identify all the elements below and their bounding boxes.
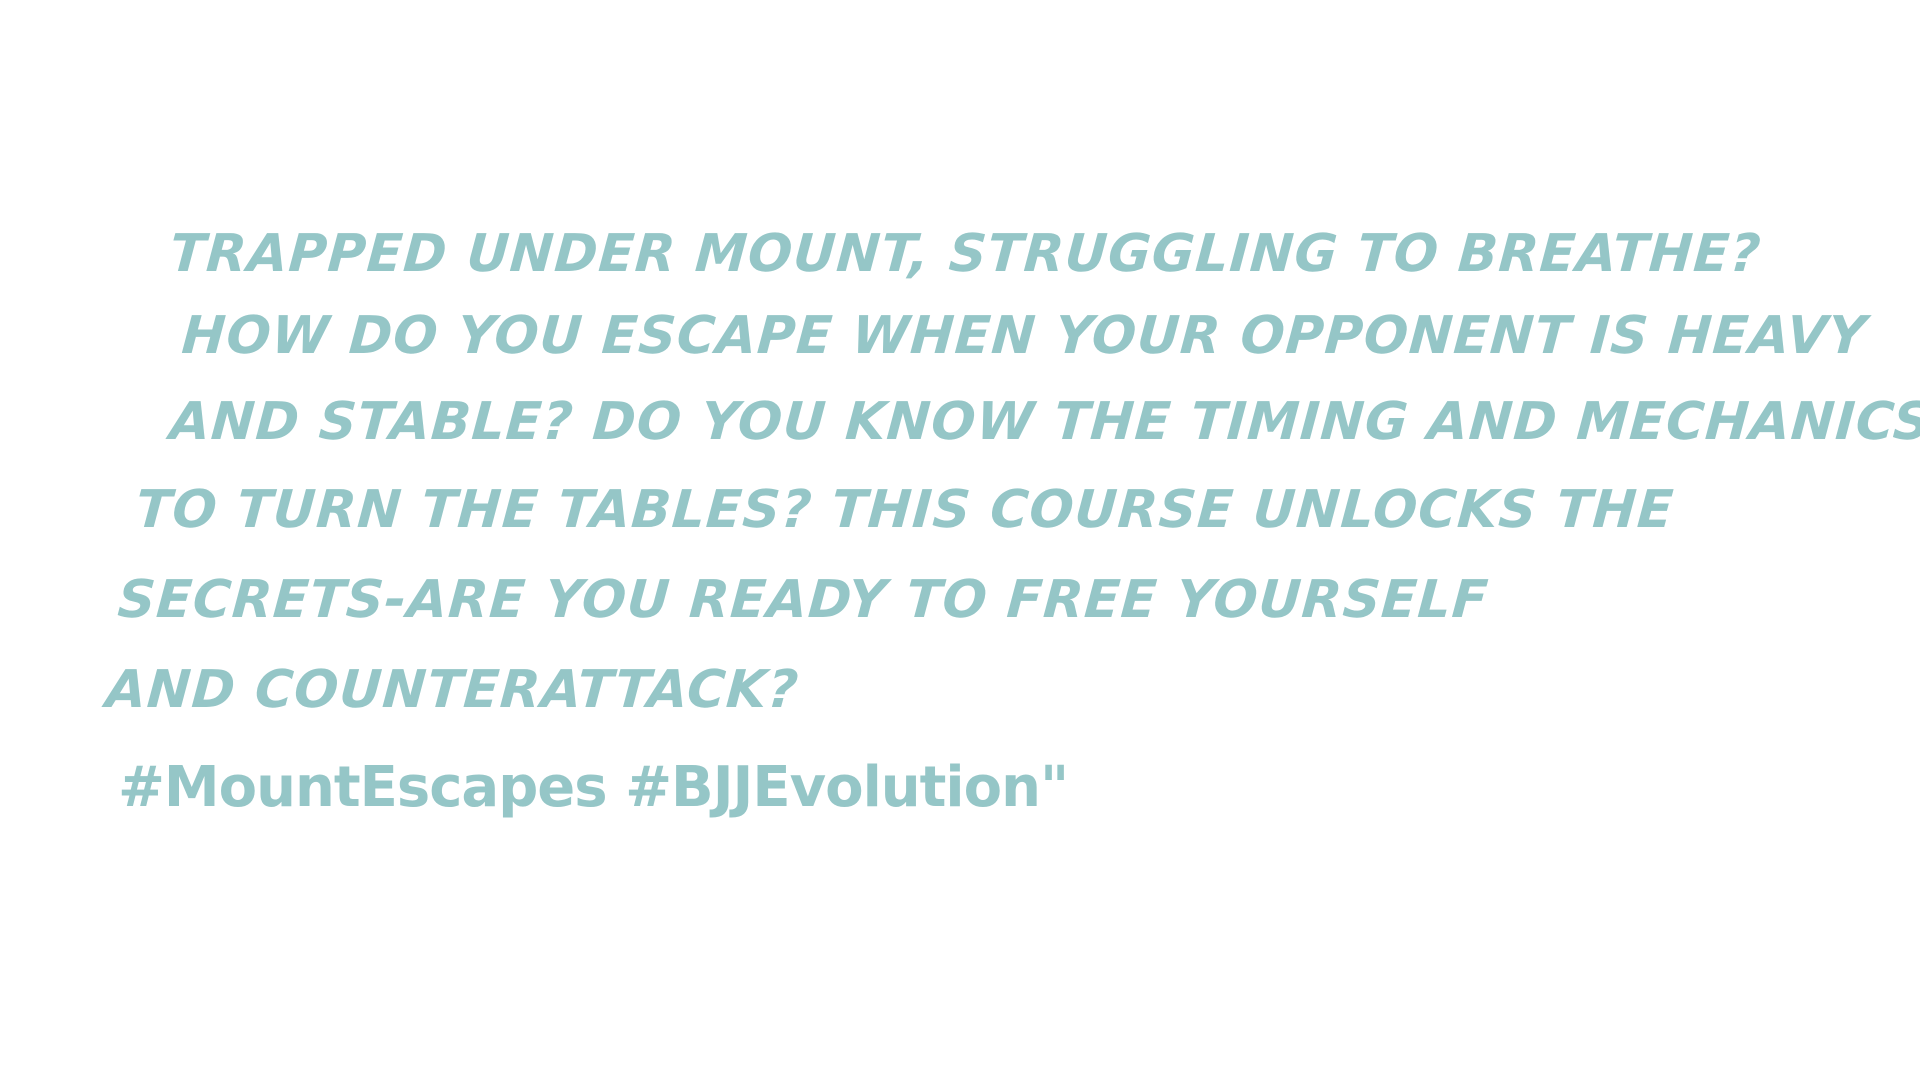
- caption-line-5: SECRETS-ARE YOU READY TO FREE YOURSELF: [115, 570, 1491, 630]
- text-canvas: TRAPPED UNDER MOUNT, STRUGGLING TO BREAT…: [0, 0, 1920, 1080]
- caption-line-4: TO TURN THE TABLES? THIS COURSE UNLOCKS …: [133, 480, 1676, 540]
- caption-line-2: HOW DO YOU ESCAPE WHEN YOUR OPPONENT IS …: [179, 306, 1869, 366]
- caption-line-6: AND COUNTERATTACK?: [103, 660, 801, 720]
- caption-line-3: AND STABLE? DO YOU KNOW THE TIMING AND M…: [167, 392, 1920, 452]
- caption-line-1: TRAPPED UNDER MOUNT, STRUGGLING TO BREAT…: [167, 224, 1764, 284]
- hashtags: #MountEscapes #BJJEvolution": [118, 755, 1069, 820]
